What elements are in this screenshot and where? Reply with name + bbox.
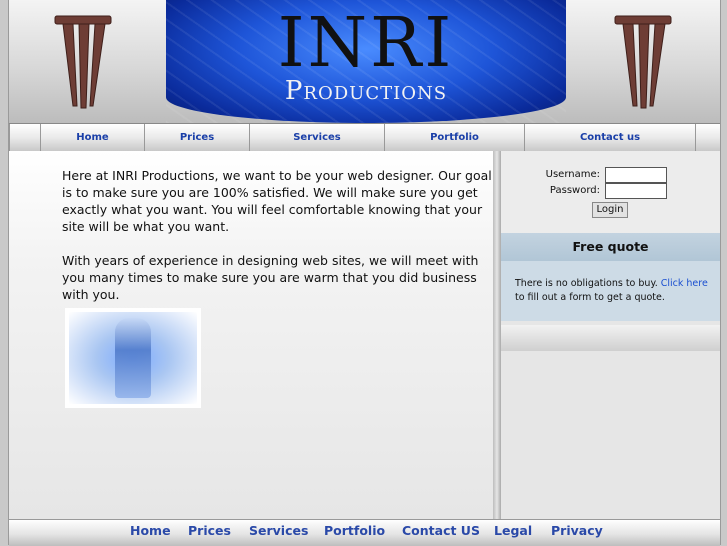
- password-field[interactable]: [605, 183, 667, 199]
- footer-link-contact-us[interactable]: Contact US: [402, 520, 480, 546]
- sidebar-bar: [501, 325, 720, 351]
- footer-link-home[interactable]: Home: [130, 520, 171, 546]
- page-frame: INRI Productions Home Prices Services Po…: [8, 0, 721, 546]
- username-label: Username:: [545, 169, 600, 180]
- nav-services[interactable]: Services: [249, 124, 384, 151]
- footer-link-portfolio[interactable]: Portfolio: [324, 520, 385, 546]
- login-button[interactable]: Login: [592, 202, 628, 218]
- nav-spacer: [695, 124, 720, 151]
- statue-image: [65, 308, 201, 408]
- site-header: INRI Productions: [9, 0, 720, 123]
- free-quote-text: There is no obligations to buy. Click he…: [515, 278, 708, 303]
- username-field[interactable]: [605, 167, 667, 183]
- sidebar: Username: Password: Login Free quote The…: [501, 151, 720, 519]
- nails-logo-icon: [54, 15, 112, 109]
- footer-navigation: Home Prices Services Portfolio Contact U…: [9, 519, 720, 546]
- site-subtitle: Productions: [284, 76, 448, 106]
- experience-paragraph: With years of experience in designing we…: [62, 253, 479, 302]
- nails-logo-icon: [614, 15, 672, 109]
- footer-link-privacy[interactable]: Privacy: [551, 520, 603, 546]
- password-label: Password:: [549, 185, 600, 196]
- nav-contact-us[interactable]: Contact us: [524, 124, 695, 151]
- column-divider: [493, 151, 501, 519]
- nav-spacer: [9, 124, 40, 151]
- footer-link-prices[interactable]: Prices: [188, 520, 231, 546]
- nav-home[interactable]: Home: [40, 124, 144, 151]
- main-content: Here at INRI Productions, we want to be …: [9, 151, 494, 519]
- quote-link[interactable]: Click here: [661, 278, 708, 289]
- free-quote-heading: Free quote: [501, 233, 720, 261]
- nav-portfolio[interactable]: Portfolio: [384, 124, 524, 151]
- login-form: Username: Password: Login: [501, 151, 720, 233]
- nav-prices[interactable]: Prices: [144, 124, 249, 151]
- footer-link-legal[interactable]: Legal: [494, 520, 532, 546]
- footer-link-services[interactable]: Services: [249, 520, 308, 546]
- logo-banner: INRI Productions: [166, 0, 566, 123]
- intro-text: Here at INRI Productions, we want to be …: [62, 167, 492, 320]
- top-navigation: Home Prices Services Portfolio Contact u…: [9, 123, 720, 152]
- free-quote-box: There is no obligations to buy. Click he…: [501, 261, 720, 321]
- site-title: INRI: [277, 4, 455, 83]
- intro-paragraph: Here at INRI Productions, we want to be …: [62, 168, 492, 234]
